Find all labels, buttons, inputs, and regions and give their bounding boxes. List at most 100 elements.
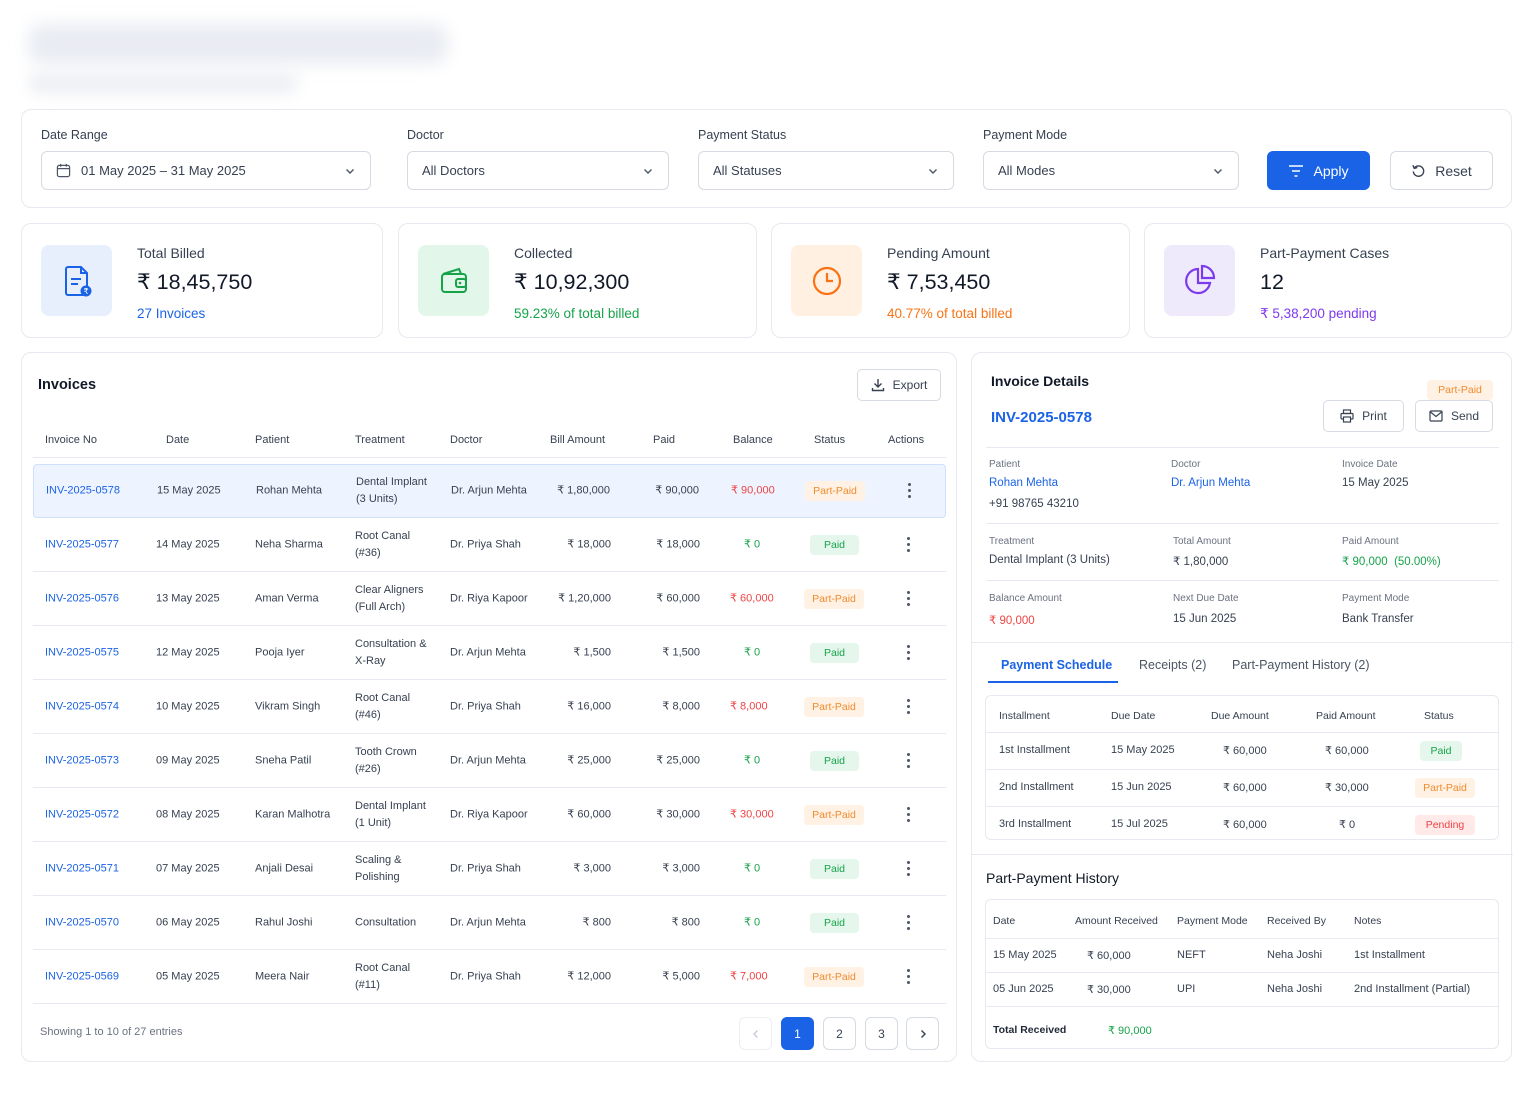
bill-amount-cell: ₹ 800: [582, 916, 611, 928]
doctor-label: Doctor: [1171, 459, 1201, 470]
table-row[interactable]: INV-2025-0572 08 May 2025 Karan Malhotra De…: [33, 788, 946, 842]
tab-part-payment-history[interactable]: Part-Payment History (2): [1232, 658, 1370, 672]
invoice-number-link[interactable]: INV-2025-0571: [45, 860, 119, 877]
treatment-line-1: Clear Aligners: [355, 583, 424, 596]
filter-bar: Date Range 01 May 2025 – 31 May 2025 Doc…: [21, 109, 1512, 208]
bill-amount-cell: ₹ 60,000: [567, 808, 611, 820]
send-button[interactable]: Send: [1415, 400, 1493, 432]
tab-receipts[interactable]: Receipts (2): [1139, 658, 1206, 672]
invoice-number[interactable]: INV-2025-0578: [991, 409, 1092, 426]
clock-icon: [791, 245, 862, 316]
more-actions-icon[interactable]: [905, 590, 911, 607]
next-due-date-label: Next Due Date: [1173, 593, 1239, 604]
more-actions-icon[interactable]: [905, 698, 911, 715]
table-row[interactable]: INV-2025-0569 05 May 2025 Meera Nair Root C…: [33, 950, 946, 1004]
page-3-button[interactable]: 3: [865, 1017, 898, 1050]
balance-amount-value: ₹ 90,000: [989, 615, 1035, 627]
col-invoice-no: Invoice No: [45, 434, 97, 446]
invoice-number-link[interactable]: INV-2025-0578: [46, 483, 120, 500]
export-button[interactable]: Export: [857, 369, 941, 401]
page-2-button[interactable]: 2: [823, 1017, 856, 1050]
invoice-number-link[interactable]: INV-2025-0574: [45, 698, 119, 715]
treatment-label: Treatment: [989, 536, 1035, 547]
date-range-picker[interactable]: 01 May 2025 – 31 May 2025: [41, 151, 371, 190]
more-actions-icon[interactable]: [905, 860, 911, 877]
more-actions-icon[interactable]: [905, 806, 911, 823]
prev-page-button[interactable]: [739, 1017, 772, 1050]
invoice-number-link[interactable]: INV-2025-0569: [45, 968, 119, 985]
payment-mode-select[interactable]: All Modes: [983, 151, 1239, 190]
invoice-number-link[interactable]: INV-2025-0576: [45, 590, 119, 607]
patient-cell: Karan Malhotra: [255, 808, 331, 820]
page-1-button[interactable]: 1: [781, 1017, 814, 1050]
more-actions-icon[interactable]: [906, 483, 912, 499]
history-amount-cell: ₹ 30,000: [1087, 984, 1131, 996]
payment-status-select[interactable]: All Statuses: [698, 151, 954, 190]
invoice-number-link[interactable]: INV-2025-0577: [45, 536, 119, 553]
invoice-number-link[interactable]: INV-2025-0573: [45, 752, 119, 769]
balance-cell: ₹ 0: [744, 538, 761, 550]
due-date-cell: 15 Jun 2025: [1111, 781, 1172, 793]
divider: [986, 447, 1499, 448]
paid-cell: ₹ 5,000: [662, 970, 700, 982]
table-row[interactable]: INV-2025-0570 06 May 2025 Rahul Joshi Consu…: [33, 896, 946, 950]
invoice-number-link[interactable]: INV-2025-0572: [45, 806, 119, 823]
doctor-select[interactable]: All Doctors: [407, 151, 669, 190]
patient-name-link[interactable]: Rohan Mehta: [989, 477, 1058, 489]
paid-amount-cell: ₹ 60,000: [1325, 745, 1369, 757]
print-button[interactable]: Print: [1323, 400, 1404, 432]
table-row[interactable]: INV-2025-0576 13 May 2025 Aman Verma Clear …: [33, 572, 946, 626]
treatment-cell: Root Canal (#36): [355, 528, 410, 562]
history-notes-cell: 2nd Installment (Partial): [1354, 983, 1471, 995]
total-received-label: Total Received: [993, 1024, 1067, 1036]
treatment-line-1: Tooth Crown: [355, 745, 417, 758]
printer-icon: [1340, 409, 1354, 423]
table-row[interactable]: INV-2025-0573 09 May 2025 Sneha Patil Tooth…: [33, 734, 946, 788]
more-actions-icon[interactable]: [905, 914, 911, 931]
patient-cell: Rohan Mehta: [256, 484, 323, 497]
due-date-cell: 15 May 2025: [1111, 744, 1175, 756]
table-row[interactable]: INV-2025-0571 07 May 2025 Anjali Desai Scal…: [33, 842, 946, 896]
bill-amount-cell: ₹ 1,80,000: [557, 484, 610, 497]
paid-cell: ₹ 3,000: [662, 862, 700, 874]
col-status: Status: [814, 434, 846, 446]
bill-amount-cell: ₹ 25,000: [567, 754, 611, 766]
payment-status-label: Payment Status: [698, 128, 787, 142]
details-title: Invoice Details: [991, 373, 1090, 389]
doctor-name-link[interactable]: Dr. Arjun Mehta: [1171, 477, 1250, 489]
status-badge: Part-Paid: [804, 696, 864, 717]
col-balance: Balance: [733, 434, 773, 446]
next-due-date-value: 15 Jun 2025: [1173, 613, 1237, 625]
more-actions-icon[interactable]: [905, 644, 911, 661]
treatment-line-1: Root Canal: [355, 691, 411, 704]
treatment-cell: Root Canal (#46): [355, 690, 410, 724]
print-label: Print: [1362, 409, 1387, 423]
more-actions-icon[interactable]: [905, 752, 911, 769]
status-badge: Part-Paid: [804, 588, 864, 609]
next-page-button[interactable]: [906, 1017, 939, 1050]
svg-text:₹: ₹: [83, 287, 88, 296]
kpi-sub: 40.77% of total billed: [887, 306, 1013, 321]
patient-label: Patient: [989, 459, 1021, 470]
date-cell: 12 May 2025: [156, 646, 220, 658]
more-actions-icon[interactable]: [905, 968, 911, 985]
table-row[interactable]: INV-2025-0577 14 May 2025 Neha Sharma Root …: [33, 518, 946, 572]
treatment-cell: Clear Aligners (Full Arch): [355, 582, 423, 616]
invoice-number-link[interactable]: INV-2025-0570: [45, 914, 119, 931]
table-row[interactable]: INV-2025-0575 12 May 2025 Pooja Iyer Consul…: [33, 626, 946, 680]
patient-cell: Sneha Patil: [255, 754, 312, 766]
treatment-line-2: (3 Units): [356, 493, 398, 505]
tab-payment-schedule[interactable]: Payment Schedule: [1001, 658, 1112, 672]
table-row[interactable]: INV-2025-0578 15 May 2025 Rohan Mehta Denta…: [33, 464, 946, 518]
history-received-by-cell: Neha Joshi: [1267, 983, 1323, 995]
status-badge: Part-Paid: [804, 804, 864, 825]
doctor-cell: Dr. Priya Shah: [450, 862, 521, 874]
reset-button[interactable]: Reset: [1390, 151, 1493, 190]
history-mode-cell: UPI: [1177, 983, 1196, 995]
paid-amount-label: Paid Amount: [1342, 536, 1399, 547]
more-actions-icon[interactable]: [905, 536, 911, 553]
paid-amount-cell: ₹ 0: [1339, 819, 1356, 831]
table-row[interactable]: INV-2025-0574 10 May 2025 Vikram Singh Root…: [33, 680, 946, 734]
apply-button[interactable]: Apply: [1267, 151, 1370, 190]
invoice-number-link[interactable]: INV-2025-0575: [45, 644, 119, 661]
